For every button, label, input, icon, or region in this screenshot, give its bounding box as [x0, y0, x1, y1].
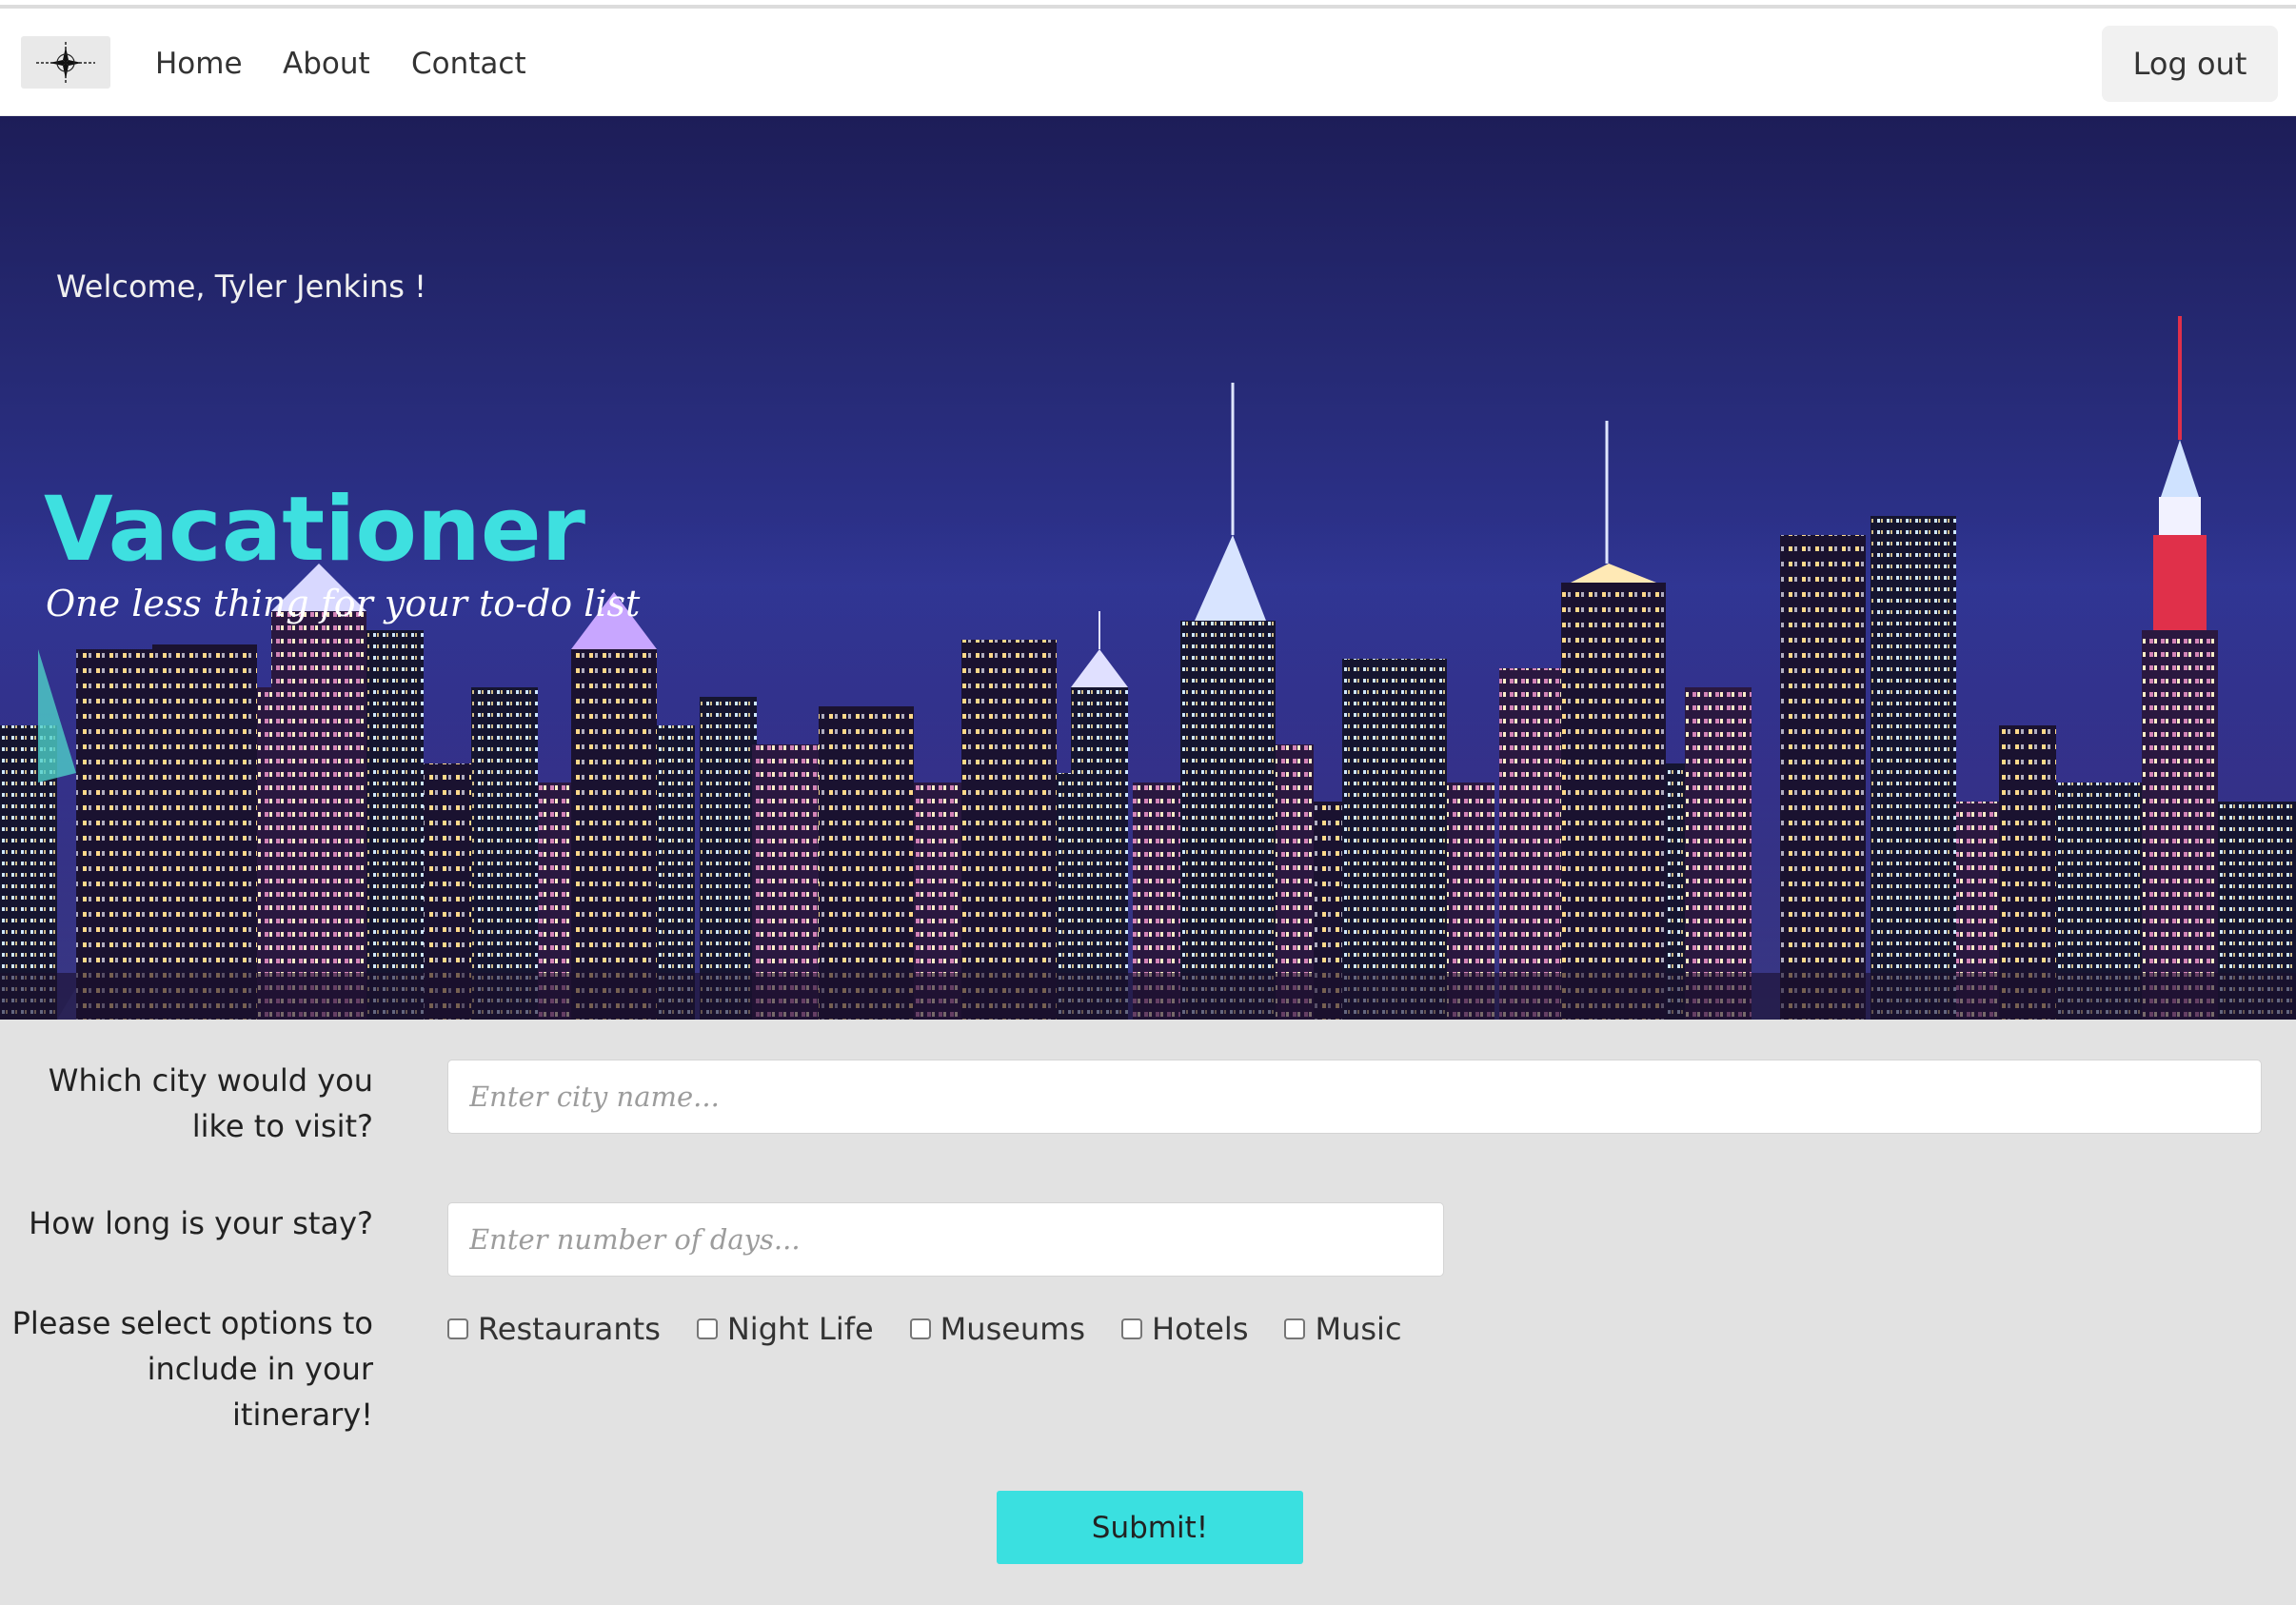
option-hotels[interactable]: Hotels: [1121, 1311, 1248, 1347]
option-museums[interactable]: Museums: [909, 1311, 1086, 1347]
itinerary-form: Which city would you like to visit? How …: [0, 1020, 2296, 1605]
hotels-checkbox[interactable]: [1121, 1318, 1143, 1339]
hero-banner: Welcome, Tyler Jenkins ! Vacationer One …: [0, 116, 2296, 1020]
music-checkbox[interactable]: [1284, 1318, 1306, 1339]
options-question-label: Please select options to include in your…: [11, 1305, 373, 1433]
nav-link-contact[interactable]: Contact: [411, 47, 526, 81]
nav-link-home[interactable]: Home: [155, 47, 243, 81]
compass-rose-icon: [36, 41, 95, 84]
option-music[interactable]: Music: [1284, 1311, 1402, 1347]
option-label: Music: [1315, 1311, 1402, 1347]
welcome-message: Welcome, Tyler Jenkins !: [56, 268, 426, 305]
museums-checkbox[interactable]: [909, 1318, 931, 1339]
compass-logo[interactable]: [21, 36, 110, 89]
nav-link-about[interactable]: About: [283, 47, 370, 81]
option-label: Night Life: [726, 1311, 874, 1347]
restaurants-checkbox[interactable]: [447, 1318, 468, 1339]
days-input[interactable]: [447, 1202, 1444, 1277]
city-question-label: Which city would you like to visit?: [48, 1062, 373, 1144]
option-label: Museums: [940, 1311, 1086, 1347]
logout-button[interactable]: Log out: [2102, 26, 2278, 102]
brand-title: Vacationer: [44, 478, 585, 582]
submit-button[interactable]: Submit!: [997, 1491, 1303, 1564]
brand-tagline: One less thing for your to-do list: [46, 583, 641, 624]
stay-question-label: How long is your stay?: [29, 1205, 373, 1241]
option-label: Restaurants: [478, 1311, 661, 1347]
option-restaurants[interactable]: Restaurants: [447, 1311, 661, 1347]
city-input[interactable]: [447, 1060, 2262, 1134]
night-life-checkbox[interactable]: [696, 1318, 718, 1339]
option-night-life[interactable]: Night Life: [696, 1311, 874, 1347]
navbar: Home About Contact Log out: [0, 9, 2296, 116]
option-label: Hotels: [1152, 1311, 1249, 1347]
options-group: Restaurants Night Life Museums Hotels Mu…: [447, 1305, 1438, 1353]
